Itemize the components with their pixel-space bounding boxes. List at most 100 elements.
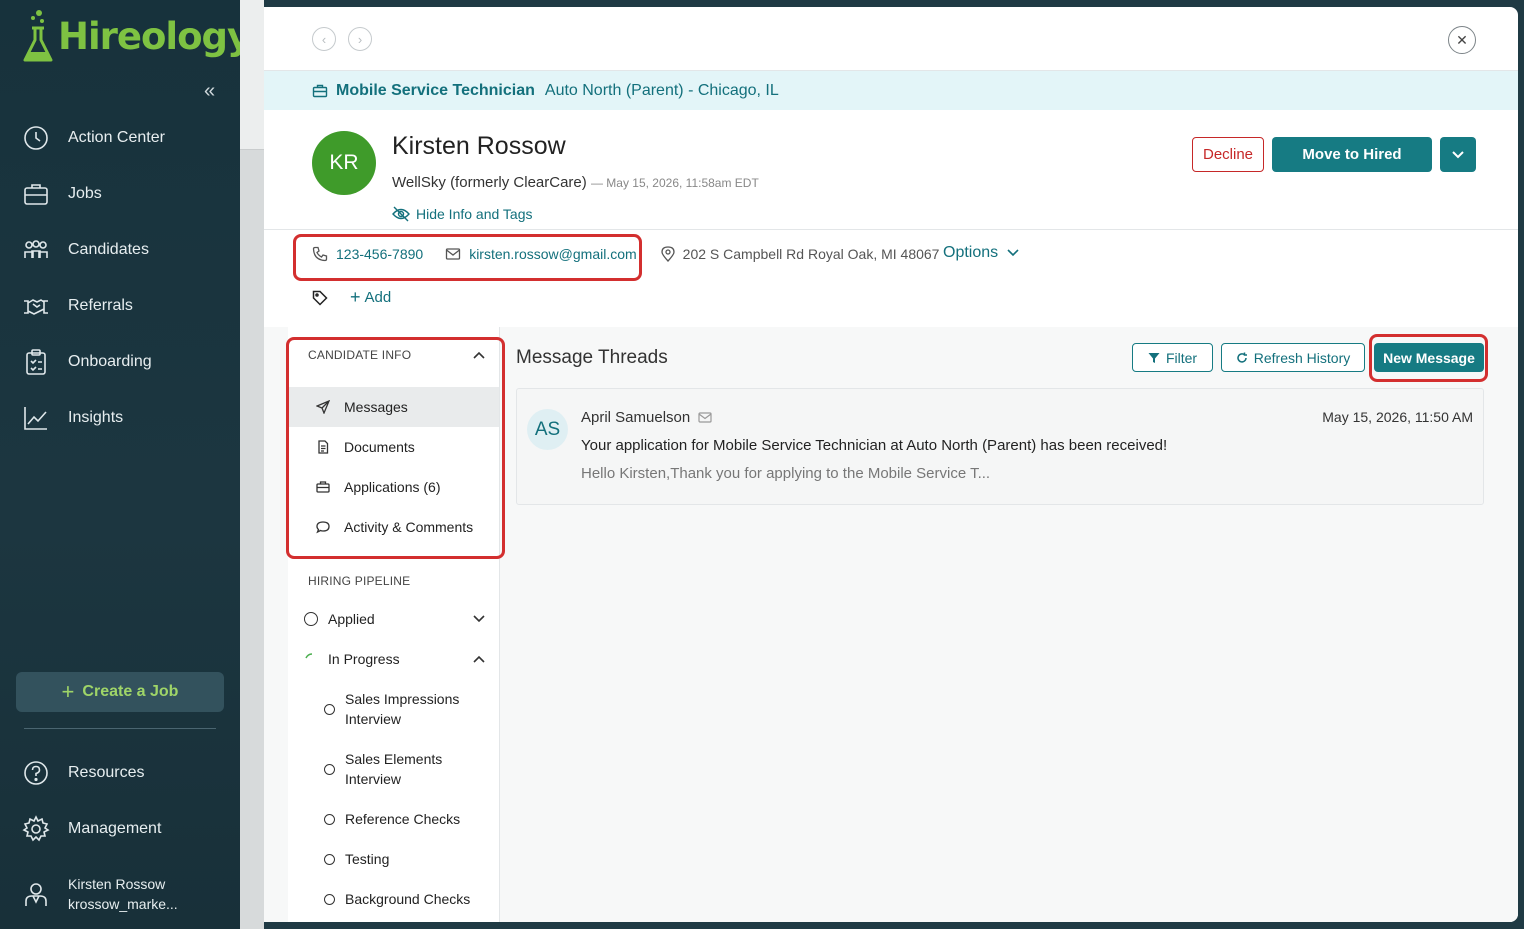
mail-icon [698,412,712,423]
hiring-pipeline-title: HIRING PIPELINE [308,574,411,588]
contact-section: 123-456-7890 kirsten.rossow@gmail.com 20… [264,230,1518,329]
eye-slash-icon [392,206,410,222]
user-handle: krossow_marke... [68,896,178,912]
stage-status-icon [324,893,335,905]
substage-sales-elements[interactable]: Sales Elements Interview [288,739,499,799]
clipboard-icon [26,349,46,375]
brand-name: Hireology [58,14,251,58]
briefcase-icon [312,84,328,97]
nav-jobs[interactable]: Jobs [0,166,240,222]
thread-sender: April Samuelson [581,409,712,426]
nav-label: Management [68,820,162,837]
refresh-history-button[interactable]: Refresh History [1221,343,1365,372]
nav-onboarding[interactable]: Onboarding [0,334,240,390]
contact-row: 123-456-7890 kirsten.rossow@gmail.com 20… [312,246,939,262]
filter-label: Filter [1165,349,1198,366]
flask-logo-icon [23,10,53,62]
substage-label: Reference Checks [345,811,461,827]
panel-topbar: ‹ › ✕ [264,7,1518,71]
thread-subject: Your application for Mobile Service Tech… [581,437,1168,454]
add-tag-label: Add [364,289,392,306]
main-nav: Action Center Jobs Candidates Referrals … [0,110,240,446]
chevron-down-icon [473,615,485,623]
nav-label: Candidates [68,241,149,258]
nav-management[interactable]: Management [0,801,240,857]
options-label: Options [943,244,999,261]
handshake-icon [24,299,48,315]
sidebar: Hireology « Action Center Jobs Candidate… [0,0,251,929]
lower-section: CANDIDATE INFO Messages Documents Applic… [264,327,1518,922]
options-dropdown[interactable]: Options [943,244,1020,262]
user-name: Kirsten Rossow [68,876,166,892]
sender-avatar: AS [527,409,568,450]
stage-in-progress[interactable]: In Progress [288,639,499,679]
nav-action-center[interactable]: Action Center [0,110,240,166]
nav-candidates[interactable]: Candidates [0,222,240,278]
substage-label: Testing [345,851,390,867]
nav-label: Jobs [68,185,102,202]
email-link[interactable]: kirsten.rossow@gmail.com [469,246,636,262]
stage-status-icon [304,612,318,626]
phone-link[interactable]: 123-456-7890 [336,246,423,262]
chart-icon [24,407,47,430]
nav-label: Resources [68,764,145,781]
clock-icon [24,126,48,150]
collapse-sidebar-button[interactable]: « [204,80,215,103]
stage-status-icon [324,703,335,715]
decline-button[interactable]: Decline [1192,137,1264,172]
stage-applied[interactable]: Applied [288,599,499,639]
substage-reference-checks[interactable]: Reference Checks [288,799,499,839]
more-actions-dropdown[interactable] [1440,137,1476,172]
double-chevron-left-icon: « [204,80,216,102]
chevron-down-icon [1007,249,1019,257]
gear-icon [22,815,50,842]
substage-testing[interactable]: Testing [288,839,499,879]
hireology-logo[interactable]: Hireology [20,8,251,64]
background-page-header [240,0,264,150]
close-icon: ✕ [1456,31,1468,48]
move-to-hired-button[interactable]: Move to Hired [1272,137,1432,172]
thread-preview: Hello Kirsten,Thank you for applying to … [581,465,991,482]
stage-applied-label: Applied [328,611,375,627]
location-pin-icon [661,246,675,262]
nav-insights[interactable]: Insights [0,390,240,446]
plus-icon: + [350,287,361,307]
nav-label: Referrals [68,297,133,314]
plus-icon: + [61,679,75,704]
nav-resources[interactable]: Resources [0,745,240,801]
substage-label: Sales Elements Interview [345,751,443,787]
filter-icon [1148,352,1160,363]
candidate-avatar: KR [312,131,376,195]
stage-status-icon [324,763,335,775]
nav-label: Onboarding [68,353,152,370]
next-candidate-button[interactable]: › [348,27,372,51]
mail-icon [446,248,461,260]
add-tag-button[interactable]: + Add [350,287,391,308]
user-menu[interactable]: Kirsten Rossow krossow_marke... [22,874,178,914]
nav-referrals[interactable]: Referrals [0,278,240,334]
previous-candidate-button[interactable]: ‹ [312,27,336,51]
chevron-down-icon [1452,150,1464,158]
hide-info-tags-link[interactable]: Hide Info and Tags [392,206,533,222]
job-title-link[interactable]: Mobile Service Technician [336,82,535,100]
substage-background-checks[interactable]: Background Checks [288,879,499,919]
message-thread[interactable]: AS April Samuelson May 15, 2026, 11:50 A… [516,388,1484,505]
chevron-left-icon: ‹ [321,31,327,47]
user-icon [25,883,47,906]
chevron-right-icon: › [357,31,363,47]
people-icon [24,240,48,258]
create-job-button[interactable]: + Create a Job [16,672,224,712]
sender-name: April Samuelson [581,409,691,426]
thread-date: May 15, 2026, 11:50 AM [1322,409,1473,425]
candidate-header: KR Kirsten Rossow WellSky (formerly Clea… [264,110,1518,230]
close-panel-button[interactable]: ✕ [1448,26,1476,54]
substage-sales-impressions[interactable]: Sales Impressions Interview [288,679,499,739]
highlight-new-message [1369,334,1488,382]
substage-label: Sales Impressions Interview [345,691,460,727]
applied-date: — May 15, 2026, 11:58am EDT [590,176,759,190]
nav-label: Insights [68,409,124,426]
candidate-company: WellSky (formerly ClearCare) [392,174,587,191]
candidate-name: Kirsten Rossow [392,132,566,160]
filter-button[interactable]: Filter [1132,343,1213,372]
substage-label: Background Checks [345,891,471,907]
